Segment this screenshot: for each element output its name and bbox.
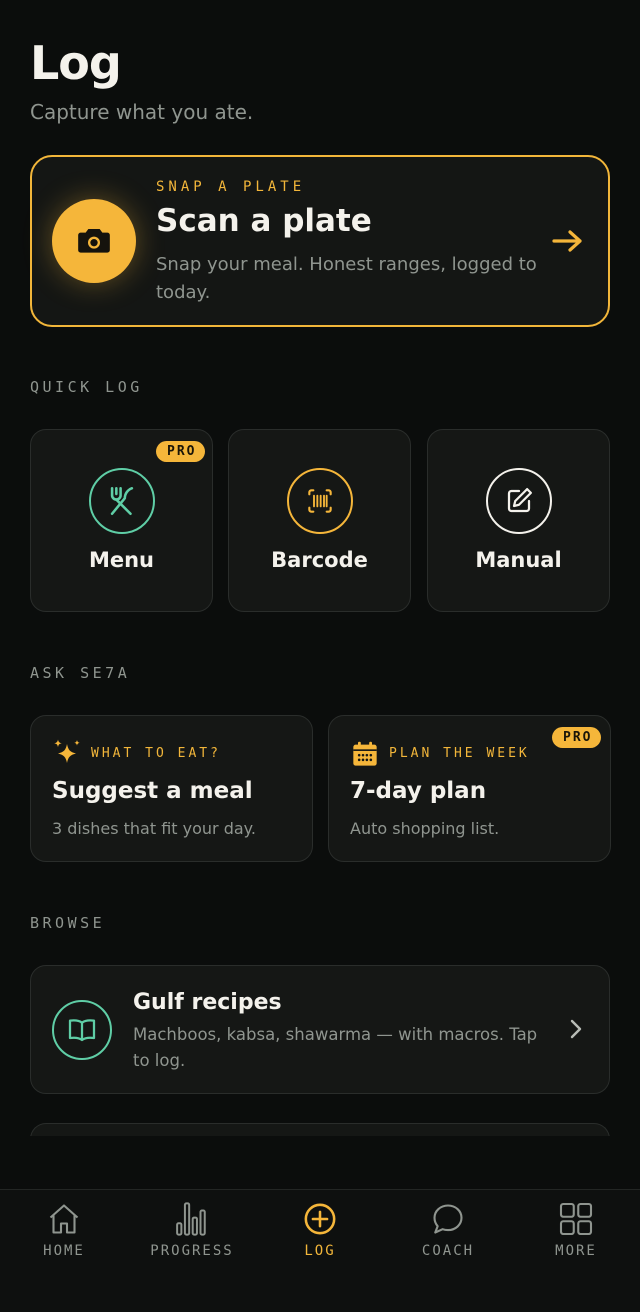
scroll-fade [0, 1136, 640, 1190]
seven-day-plan-card[interactable]: PRO PLAN THE WEEK 7-day plan Auto shoppi… [328, 715, 611, 862]
plus-circle-icon [256, 1200, 384, 1238]
gulf-recipes-card[interactable]: Gulf recipes Machboos, kabsa, shawarma —… [30, 965, 610, 1094]
plan-week-description: Auto shopping list. [350, 819, 500, 838]
suggest-meal-card[interactable]: WHAT TO EAT? Suggest a meal 3 dishes tha… [30, 715, 313, 862]
nav-item-coach[interactable]: COACH [384, 1190, 512, 1270]
nav-label-home: HOME [43, 1243, 85, 1259]
nav-item-home[interactable]: HOME [0, 1190, 128, 1270]
scan-title: Scan a plate [156, 203, 372, 239]
fork-knife-icon [89, 468, 155, 534]
bottom-nav: HOME PROGRESS LOG COACH MORE [0, 1189, 640, 1312]
suggest-meal-title: Suggest a meal [52, 778, 253, 804]
nav-label-progress: PROGRESS [150, 1243, 234, 1259]
plan-week-title: 7-day plan [350, 778, 487, 804]
book-icon [52, 1000, 112, 1060]
sparkles-icon [51, 738, 83, 774]
pro-badge: PRO [552, 727, 602, 748]
scan-description: Snap your meal. Honest ranges, logged to… [156, 254, 537, 303]
tile-label-menu: Menu [88, 548, 155, 572]
scan-plate-card[interactable]: SNAP A PLATE Scan a plate Snap your meal… [30, 155, 610, 327]
section-label-quick-log: QUICK LOG [30, 378, 143, 396]
nav-label-log: LOG [304, 1243, 336, 1259]
gulf-recipes-title: Gulf recipes [133, 990, 282, 1015]
edit-icon [486, 468, 552, 534]
gulf-recipes-description: Machboos, kabsa, shawarma — with macros.… [133, 1025, 538, 1070]
page-title: Log [30, 36, 122, 90]
quick-log-menu-tile[interactable]: PRO Menu [30, 429, 213, 612]
barcode-icon [287, 468, 353, 534]
quick-log-barcode-tile[interactable]: Barcode [228, 429, 411, 612]
arrow-right-icon [552, 229, 584, 257]
scan-eyebrow: SNAP A PLATE [156, 179, 306, 195]
section-label-browse: BROWSE [30, 914, 106, 932]
nav-item-log[interactable]: LOG [256, 1190, 384, 1270]
chat-bubble-icon [384, 1200, 512, 1238]
home-icon [0, 1200, 128, 1238]
grid-icon [512, 1200, 640, 1238]
tile-label-manual: Manual [475, 548, 562, 572]
pro-badge: PRO [156, 441, 206, 462]
section-label-ask: ASK SE7A [30, 664, 131, 682]
nav-label-more: MORE [555, 1243, 597, 1259]
nav-item-more[interactable]: MORE [512, 1190, 640, 1270]
camera-icon [52, 199, 136, 283]
quick-log-manual-tile[interactable]: Manual [427, 429, 610, 612]
suggest-meal-eyebrow: WHAT TO EAT? [91, 746, 221, 761]
calendar-icon [351, 740, 379, 772]
page-subtitle: Capture what you ate. [30, 100, 254, 124]
chevron-right-icon [569, 1018, 583, 1044]
nav-item-progress[interactable]: PROGRESS [128, 1190, 256, 1270]
bar-chart-icon [128, 1200, 256, 1238]
plan-week-eyebrow: PLAN THE WEEK [389, 746, 530, 761]
suggest-meal-description: 3 dishes that fit your day. [52, 819, 256, 838]
nav-label-coach: COACH [421, 1243, 475, 1259]
tile-label-barcode: Barcode [271, 548, 368, 572]
